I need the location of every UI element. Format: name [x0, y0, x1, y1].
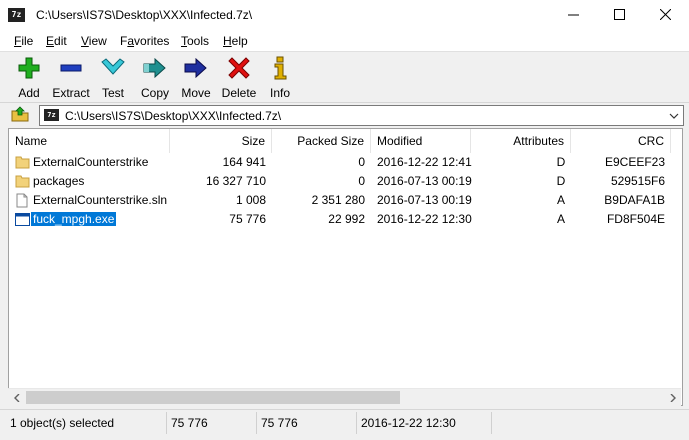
close-icon	[659, 8, 671, 23]
row-packed: 2 351 280	[311, 193, 365, 207]
status-packed: 75 776	[257, 412, 357, 434]
row-crc: E9CEEF23	[604, 155, 665, 169]
menu-view-hotkey: V	[81, 34, 89, 48]
column-header-modified[interactable]: Modified	[371, 129, 471, 153]
menu-view[interactable]: View	[81, 34, 107, 48]
row-name: fuck_mpgh.exe	[29, 210, 118, 229]
add-label: Add	[18, 86, 40, 100]
menu-help[interactable]: Help	[223, 34, 248, 48]
close-button[interactable]	[642, 0, 688, 31]
table-row[interactable]: ExternalCounterstrike 164 941 0 2016-12-…	[9, 153, 682, 172]
scroll-right-button[interactable]	[664, 389, 681, 406]
row-name: ExternalCounterstrike	[33, 155, 149, 169]
row-crc: FD8F504E	[606, 212, 665, 226]
status-size: 75 776	[167, 412, 257, 434]
row-size: 75 776	[229, 212, 266, 226]
menu-edit-label: dit	[54, 34, 67, 48]
info-icon	[267, 56, 293, 80]
check-icon	[100, 56, 126, 80]
menu-file-label: ile	[21, 34, 34, 48]
minus-icon	[58, 56, 84, 80]
window-title: C:\Users\IS7S\Desktop\XXX\Infected.7z\	[36, 8, 253, 22]
info-button[interactable]: Info	[268, 56, 292, 100]
table-row[interactable]: ExternalCounterstrike.sln 1 008 2 351 28…	[9, 191, 682, 210]
column-header-size[interactable]: Size	[170, 129, 272, 153]
menu-favorites[interactable]: Favorites	[120, 34, 169, 48]
table-row[interactable]: packages 16 327 710 0 2016-07-13 00:19 D…	[9, 172, 682, 191]
copy-button[interactable]: Copy	[139, 56, 171, 100]
move-arrow-icon	[183, 56, 209, 80]
archive-icon: 7z	[44, 109, 59, 121]
exe-icon	[15, 213, 30, 232]
copy-arrow-icon	[142, 56, 168, 80]
menu-tools[interactable]: Tools	[181, 34, 209, 48]
row-name: packages	[33, 174, 85, 188]
row-name-selected: fuck_mpgh.exe	[29, 211, 118, 227]
status-bar: 1 object(s) selected 75 776 75 776 2016-…	[0, 409, 689, 440]
horizontal-scrollbar[interactable]	[8, 388, 681, 406]
extract-label: Extract	[52, 86, 90, 100]
copy-label: Copy	[140, 86, 169, 100]
title-bar: 7z C:\Users\IS7S\Desktop\XXX\Infected.7z…	[0, 0, 689, 31]
address-field[interactable]: 7z C:\Users\IS7S\Desktop\XXX\Infected.7z…	[39, 105, 684, 126]
menu-help-label: elp	[231, 34, 248, 48]
column-header-name[interactable]: Name	[9, 129, 170, 153]
address-path: C:\Users\IS7S\Desktop\XXX\Infected.7z\	[65, 109, 282, 123]
row-modified: 2016-12-22 12:30	[377, 212, 472, 226]
row-name: ExternalCounterstrike.sln	[33, 193, 168, 207]
chevron-left-icon	[13, 391, 21, 405]
status-selection: 1 object(s) selected	[6, 412, 167, 434]
move-button[interactable]: Move	[180, 56, 212, 100]
minimize-button[interactable]	[550, 0, 596, 31]
row-crc: B9DAFA1B	[604, 193, 665, 207]
chevron-right-icon	[669, 391, 677, 405]
folder-up-icon	[11, 105, 29, 125]
delete-x-icon	[226, 56, 252, 80]
app-icon: 7z	[8, 8, 25, 22]
test-label: Test	[101, 86, 124, 100]
status-modified: 2016-12-22 12:30	[357, 412, 492, 434]
column-header-crc[interactable]: CRC	[571, 129, 671, 153]
row-packed: 22 992	[328, 212, 365, 226]
maximize-icon	[613, 8, 625, 23]
menu-edit-hotkey: E	[46, 34, 55, 48]
menu-bar: File Edit View Favorites Tools Help	[0, 31, 689, 51]
menu-edit[interactable]: Edit	[46, 34, 67, 48]
menu-file[interactable]: File	[14, 34, 33, 48]
scroll-thumb[interactable]	[26, 391, 400, 404]
file-list[interactable]: Name Size Packed Size Modified Attribute…	[8, 128, 683, 406]
info-label: Info	[269, 86, 290, 100]
menu-view-label: iew	[88, 34, 107, 48]
column-header-attributes[interactable]: Attributes	[471, 129, 571, 153]
toolbar: Add Extract Test Copy Move Delete Info	[0, 51, 689, 103]
menu-favorites-label: vorites	[134, 34, 170, 48]
table-row[interactable]: fuck_mpgh.exe 75 776 22 992 2016-12-22 1…	[9, 210, 682, 229]
scroll-left-button[interactable]	[8, 389, 25, 406]
row-modified: 2016-07-13 00:19	[377, 193, 472, 207]
chevron-down-icon[interactable]	[669, 110, 679, 124]
row-packed: 0	[358, 174, 365, 188]
row-size: 1 008	[235, 193, 266, 207]
row-modified: 2016-12-22 12:41	[377, 155, 472, 169]
menu-help-hotkey: H	[223, 34, 232, 48]
row-size: 16 327 710	[205, 174, 266, 188]
extract-button[interactable]: Extract	[50, 56, 92, 100]
row-modified: 2016-07-13 00:19	[377, 174, 472, 188]
menu-tools-label: ools	[187, 34, 210, 48]
move-label: Move	[181, 86, 211, 100]
delete-button[interactable]: Delete	[221, 56, 257, 100]
minimize-icon	[567, 9, 579, 23]
row-crc: 529515F6	[610, 174, 665, 188]
up-folder-button[interactable]	[8, 105, 32, 125]
address-bar: 7z C:\Users\IS7S\Desktop\XXX\Infected.7z…	[0, 103, 689, 127]
test-button[interactable]: Test	[99, 56, 127, 100]
row-packed: 0	[358, 155, 365, 169]
delete-label: Delete	[221, 86, 257, 100]
plus-icon	[16, 56, 42, 80]
maximize-button[interactable]	[596, 0, 642, 31]
row-size: 164 941	[222, 155, 266, 169]
add-button[interactable]: Add	[15, 56, 43, 100]
column-header-packed[interactable]: Packed Size	[272, 129, 371, 153]
